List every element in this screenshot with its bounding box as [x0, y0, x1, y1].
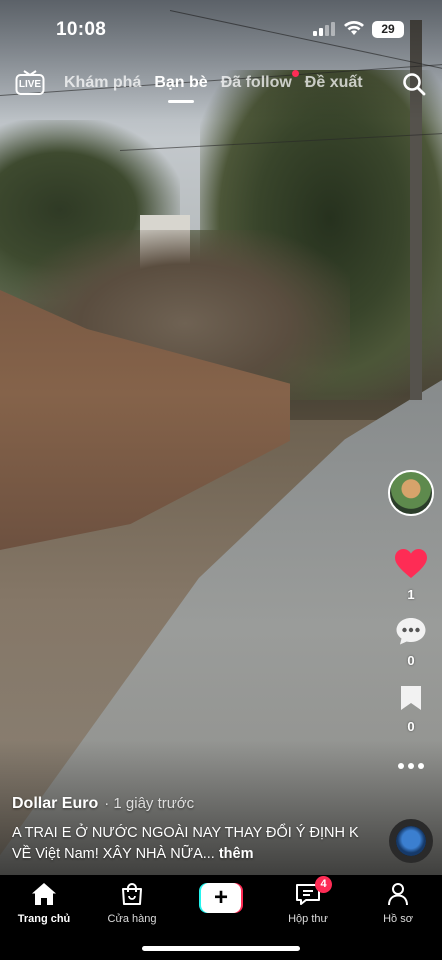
battery-indicator: 29	[372, 21, 404, 38]
creator-avatar[interactable]	[388, 470, 434, 516]
new-content-dot	[291, 70, 299, 77]
cellular-signal-icon	[313, 22, 335, 36]
tab-kham-pha[interactable]: Khám phá	[64, 74, 141, 92]
save-count: 0	[407, 719, 415, 734]
inbox-badge: 4	[315, 876, 332, 893]
save-button[interactable]: 0	[386, 684, 436, 734]
tab-shop[interactable]: Cửa hàng	[92, 882, 172, 925]
tab-shop-label: Cửa hàng	[107, 913, 157, 925]
tab-home-label: Trang chủ	[17, 913, 71, 925]
caption-more-link[interactable]: thêm	[219, 846, 254, 862]
profile-icon	[388, 883, 408, 906]
status-time: 10:08	[56, 19, 107, 40]
video-top-shade	[0, 0, 442, 120]
post-time-ago: · 1 giây trước	[104, 795, 195, 812]
tab-de-xuat[interactable]: Đề xuất	[305, 74, 363, 92]
wifi-icon	[344, 21, 364, 35]
live-button[interactable]: LIVE	[15, 70, 45, 96]
more-dots-icon	[398, 763, 424, 769]
home-icon	[32, 883, 56, 905]
tab-home[interactable]: Trang chủ	[4, 882, 84, 925]
music-cover-art	[396, 826, 426, 856]
feed-tabs: Khám phá Bạn bè Đã follow Đề xuất	[64, 70, 376, 103]
comment-count: 0	[407, 653, 415, 668]
home-indicator	[142, 946, 300, 951]
create-button[interactable]: +	[199, 883, 243, 913]
tab-profile-label: Hồ sơ	[383, 913, 413, 925]
tab-da-follow[interactable]: Đã follow	[220, 70, 299, 92]
more-options-button[interactable]	[386, 758, 436, 776]
music-disc[interactable]	[389, 819, 433, 863]
bookmark-icon	[401, 686, 421, 710]
shop-bag-icon	[122, 883, 142, 905]
create-plus-icon: +	[201, 883, 241, 913]
tab-inbox-label: Hộp thư	[288, 913, 328, 925]
tab-inbox[interactable]: Hộp thư	[268, 882, 348, 925]
like-count: 1	[407, 587, 415, 602]
video-player[interactable]	[0, 0, 442, 875]
post-caption[interactable]: A TRAI E Ở NƯỚC NGOÀI NAY THAY ĐỔI Ý ĐỊN…	[12, 823, 372, 865]
tab-da-follow-label: Đã follow	[220, 74, 292, 91]
search-icon[interactable]	[402, 72, 426, 96]
comment-button[interactable]: 0	[386, 616, 436, 668]
live-label: LIVE	[18, 79, 42, 90]
tab-profile[interactable]: Hồ sơ	[358, 882, 438, 925]
caption-text: A TRAI E Ở NƯỚC NGOÀI NAY THAY ĐỔI Ý ĐỊN…	[12, 825, 359, 862]
author-name[interactable]: Dollar Euro	[12, 795, 98, 812]
post-author[interactable]: Dollar Euro · 1 giây trước	[12, 795, 194, 813]
heart-icon	[395, 549, 427, 578]
tab-ban-be[interactable]: Bạn bè	[154, 74, 208, 103]
like-button[interactable]: 1	[386, 548, 436, 602]
comment-bubble-icon	[396, 618, 426, 645]
